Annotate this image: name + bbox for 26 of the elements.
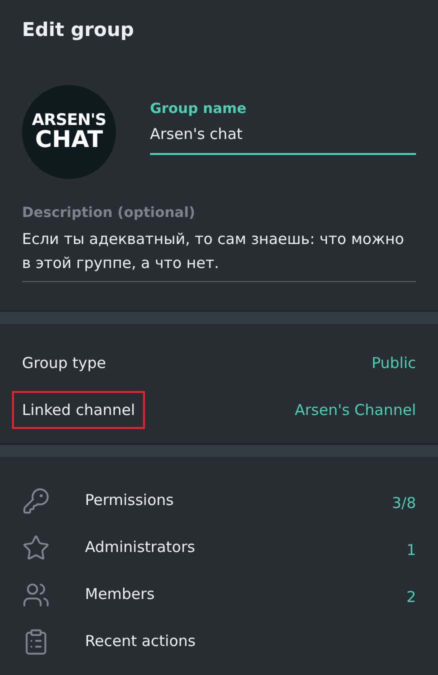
setting-label: Group type (21, 353, 107, 374)
field-label: Description (optional) (22, 204, 196, 223)
menu-label: Members (85, 584, 156, 606)
group-name-field[interactable]: Arsen's chat (150, 120, 416, 154)
menu-label: Administrators (85, 537, 196, 558)
menu-count: 1 (406, 540, 416, 562)
menu-count: 3/8 (392, 493, 416, 514)
menu-label: Permissions (85, 490, 175, 512)
field-label: Group name (150, 100, 248, 119)
menu-item[interactable]: Permissions 3/8 (22, 477, 416, 524)
key-icon (22, 486, 50, 514)
menu-count: 2 (406, 587, 416, 608)
menu-item[interactable]: Administrators 1 (22, 524, 416, 571)
avatar-text: ARSEN'S (32, 112, 106, 128)
setting-value[interactable]: Public (372, 352, 416, 374)
menu-item[interactable]: Recent actions (22, 618, 416, 665)
setting-label: Linked channel (12, 391, 146, 429)
avatar-text: CHAT (35, 129, 103, 152)
people-icon (22, 580, 50, 608)
window-title: Edit group (22, 18, 135, 43)
star-icon (22, 534, 50, 562)
setting-value[interactable]: Arsen's Channel (294, 398, 416, 422)
group-avatar[interactable]: ARSEN'S CHAT (22, 85, 116, 179)
description-field[interactable]: Если ты адекватный, то сам знаешь: что можно в этой группе, а что нет. (22, 224, 416, 282)
menu-label: Recent actions (85, 631, 197, 652)
menu-item[interactable]: Members 2 (22, 571, 416, 618)
